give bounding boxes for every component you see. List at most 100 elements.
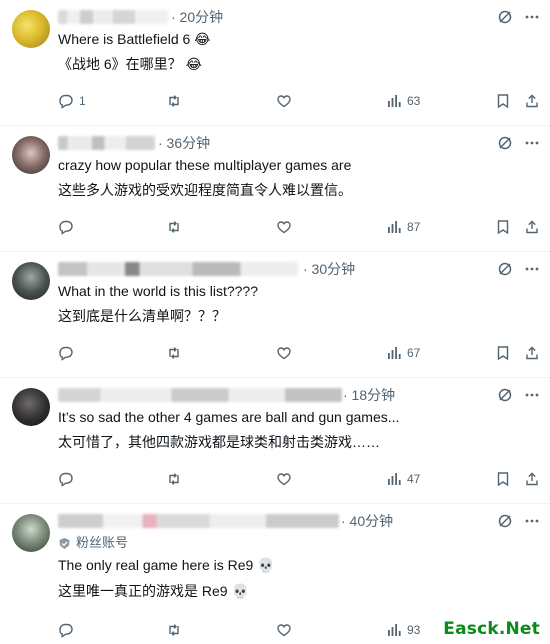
post-time[interactable]: · 20分钟: [171, 7, 223, 27]
share-button[interactable]: [524, 219, 540, 235]
repost-button[interactable]: [166, 622, 187, 638]
bookmark-icon: [495, 93, 511, 109]
bookmark-button[interactable]: [495, 471, 511, 487]
grok-icon[interactable]: [497, 387, 513, 403]
view-count: 63: [407, 94, 421, 108]
share-button[interactable]: [524, 471, 540, 487]
view-count: 87: [407, 220, 421, 234]
more-icon[interactable]: [524, 9, 540, 25]
like-icon: [276, 93, 292, 109]
reply-text-zh: 太可惜了，其他四款游戏都是球类和射击类游戏……: [58, 434, 380, 450]
reply-text-zh: 这里唯一真正的游戏是 Re9 💀: [58, 583, 249, 599]
reply-icon: [58, 93, 74, 109]
reply-text-en: What in the world is this list????: [58, 283, 258, 299]
like-button[interactable]: [276, 93, 297, 109]
reply-text-en: Where is Battlefield 6 😂: [58, 31, 211, 47]
more-icon[interactable]: [524, 513, 540, 529]
repost-button[interactable]: [166, 345, 187, 361]
fan-badge-label: 粉丝账号: [76, 535, 129, 550]
bookmark-icon: [495, 471, 511, 487]
more-icon[interactable]: [524, 387, 540, 403]
share-button[interactable]: [524, 345, 540, 361]
bookmark-button[interactable]: [495, 219, 511, 235]
repost-icon: [166, 622, 182, 638]
reply-post-2[interactable]: · 36分钟 crazy how popular these multiplay…: [0, 126, 550, 252]
views-icon: [386, 471, 402, 487]
view-count: 67: [407, 346, 421, 360]
views-icon: [386, 345, 402, 361]
grok-icon[interactable]: [497, 261, 513, 277]
share-icon: [524, 471, 540, 487]
share-icon: [524, 345, 540, 361]
reply-post-4[interactable]: · 18分钟 It’s so sad the other 4 games are…: [0, 378, 550, 504]
reply-text-zh: 这到底是什么清单啊？？？: [58, 308, 226, 324]
reply-count: 1: [79, 94, 86, 108]
bookmark-button[interactable]: [495, 93, 511, 109]
reply-icon: [58, 345, 74, 361]
share-icon: [524, 219, 540, 235]
avatar[interactable]: [12, 136, 50, 174]
share-icon: [524, 93, 540, 109]
views-button[interactable]: 47: [386, 471, 420, 487]
post-time[interactable]: · 30分钟: [303, 259, 355, 279]
post-time[interactable]: · 40分钟: [341, 511, 393, 531]
post-time[interactable]: · 18分钟: [343, 385, 395, 405]
views-icon: [386, 219, 402, 235]
reply-button[interactable]: [58, 471, 79, 487]
reply-post-3[interactable]: · 30分钟 What in the world is this list???…: [0, 252, 550, 378]
author-name-blurred[interactable]: [58, 262, 298, 276]
more-icon[interactable]: [524, 135, 540, 151]
fan-account-badge: 粉丝账号: [58, 534, 128, 552]
repost-button[interactable]: [166, 219, 187, 235]
repost-icon: [166, 345, 182, 361]
reply-button[interactable]: 1: [58, 93, 86, 109]
reply-feed: · 20分钟 Where is Battlefield 6 😂 《战地 6》在哪…: [0, 0, 550, 644]
more-icon[interactable]: [524, 261, 540, 277]
author-name-blurred[interactable]: [58, 514, 339, 528]
like-icon: [276, 219, 292, 235]
fan-badge-icon: [58, 537, 71, 550]
like-button[interactable]: [276, 471, 297, 487]
author-name-blurred[interactable]: [58, 388, 342, 402]
grok-icon[interactable]: [497, 9, 513, 25]
views-button[interactable]: 87: [386, 219, 420, 235]
author-name-blurred[interactable]: [58, 136, 155, 150]
grok-icon[interactable]: [497, 135, 513, 151]
avatar[interactable]: [12, 388, 50, 426]
reply-post-1[interactable]: · 20分钟 Where is Battlefield 6 😂 《战地 6》在哪…: [0, 0, 550, 126]
share-button[interactable]: [524, 93, 540, 109]
site-watermark: Easck.Net: [443, 619, 540, 639]
view-count: 47: [407, 472, 421, 486]
post-time[interactable]: · 36分钟: [158, 133, 210, 153]
views-button[interactable]: 63: [386, 93, 420, 109]
like-icon: [276, 622, 292, 638]
reply-button[interactable]: [58, 345, 79, 361]
reply-icon: [58, 219, 74, 235]
reply-button[interactable]: [58, 219, 79, 235]
reply-icon: [58, 622, 74, 638]
repost-button[interactable]: [166, 93, 187, 109]
reply-icon: [58, 471, 74, 487]
reply-text-en: It’s so sad the other 4 games are ball a…: [58, 409, 400, 425]
repost-button[interactable]: [166, 471, 187, 487]
like-icon: [276, 471, 292, 487]
like-button[interactable]: [276, 622, 297, 638]
bookmark-icon: [495, 219, 511, 235]
reply-text-zh: 这些多人游戏的受欢迎程度简直令人难以置信。: [58, 182, 352, 198]
author-name-blurred[interactable]: [58, 10, 168, 24]
views-button[interactable]: 93: [386, 622, 420, 638]
repost-icon: [166, 471, 182, 487]
like-icon: [276, 345, 292, 361]
avatar[interactable]: [12, 10, 50, 48]
reply-button[interactable]: [58, 622, 79, 638]
views-button[interactable]: 67: [386, 345, 420, 361]
repost-icon: [166, 93, 182, 109]
like-button[interactable]: [276, 345, 297, 361]
bookmark-button[interactable]: [495, 345, 511, 361]
reply-text-en: crazy how popular these multiplayer game…: [58, 157, 352, 173]
bookmark-icon: [495, 345, 511, 361]
avatar[interactable]: [12, 262, 50, 300]
like-button[interactable]: [276, 219, 297, 235]
grok-icon[interactable]: [497, 513, 513, 529]
avatar[interactable]: [12, 514, 50, 552]
